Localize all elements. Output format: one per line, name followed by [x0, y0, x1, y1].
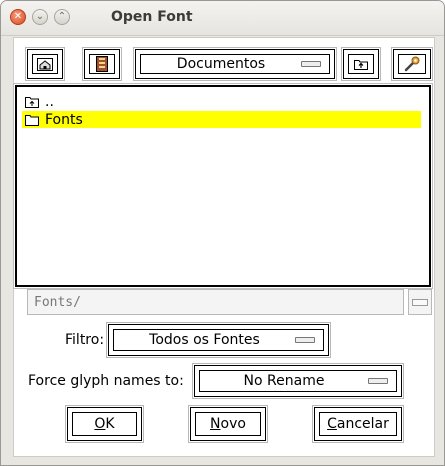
- dropdown-indicator-icon: [301, 61, 321, 67]
- path-input[interactable]: [27, 289, 404, 315]
- open-font-dialog: ✕ ⌄ ⌃ Open Font Documentos .. Fonts Font…: [0, 0, 445, 466]
- chevron-down-icon: ⌄: [35, 11, 45, 22]
- chevron-up-icon: ⌃: [57, 11, 67, 22]
- list-item-label: Fonts: [45, 111, 83, 128]
- title-bar: ✕ ⌄ ⌃ Open Font: [1, 1, 444, 36]
- dropdown-indicator-icon: [295, 337, 315, 343]
- list-item-parent[interactable]: ..: [22, 93, 421, 110]
- file-list[interactable]: .. Fonts: [13, 83, 433, 289]
- close-window-button[interactable]: ✕: [10, 9, 26, 25]
- bookmark-icon: [96, 56, 108, 72]
- parent-folder-button[interactable]: [341, 47, 381, 81]
- cancel-button[interactable]: Cancelar: [312, 405, 404, 443]
- filter-dropdown[interactable]: Todos os Fontes: [106, 322, 331, 358]
- list-item-label: ..: [45, 93, 54, 110]
- location-value: Documentos: [176, 56, 266, 72]
- filter-label: Filtro:: [65, 332, 105, 348]
- cancel-button-label: Cancelar: [327, 416, 389, 432]
- minimize-window-button[interactable]: ⌄: [32, 9, 48, 25]
- ok-button[interactable]: OK: [65, 405, 144, 443]
- ok-button-label: OK: [94, 416, 115, 432]
- glyph-names-dropdown[interactable]: No Rename: [192, 363, 404, 399]
- home-button[interactable]: [25, 47, 65, 81]
- folder-icon: [25, 114, 39, 126]
- path-history-button[interactable]: [408, 289, 432, 315]
- new-button-label: Novo: [210, 416, 246, 432]
- home-icon: [37, 58, 53, 71]
- dropdown-indicator-icon: [412, 298, 428, 306]
- filter-value: Todos os Fontes: [149, 332, 260, 348]
- dropdown-indicator-icon: [368, 378, 388, 384]
- new-button[interactable]: Novo: [188, 405, 268, 443]
- location-dropdown[interactable]: Documentos: [133, 47, 337, 81]
- bookmarks-button[interactable]: [82, 47, 122, 81]
- parent-folder-icon: [354, 60, 368, 70]
- maximize-window-button[interactable]: ⌃: [54, 9, 70, 25]
- settings-button[interactable]: [391, 47, 433, 81]
- list-item-fonts[interactable]: Fonts: [22, 111, 421, 128]
- close-icon: ✕: [13, 11, 23, 22]
- window-title: Open Font: [111, 9, 193, 25]
- parent-folder-icon: [25, 96, 39, 108]
- glyph-names-label: Force glyph names to:: [28, 373, 184, 389]
- glyph-names-value: No Rename: [243, 373, 325, 389]
- tools-icon: [404, 56, 420, 72]
